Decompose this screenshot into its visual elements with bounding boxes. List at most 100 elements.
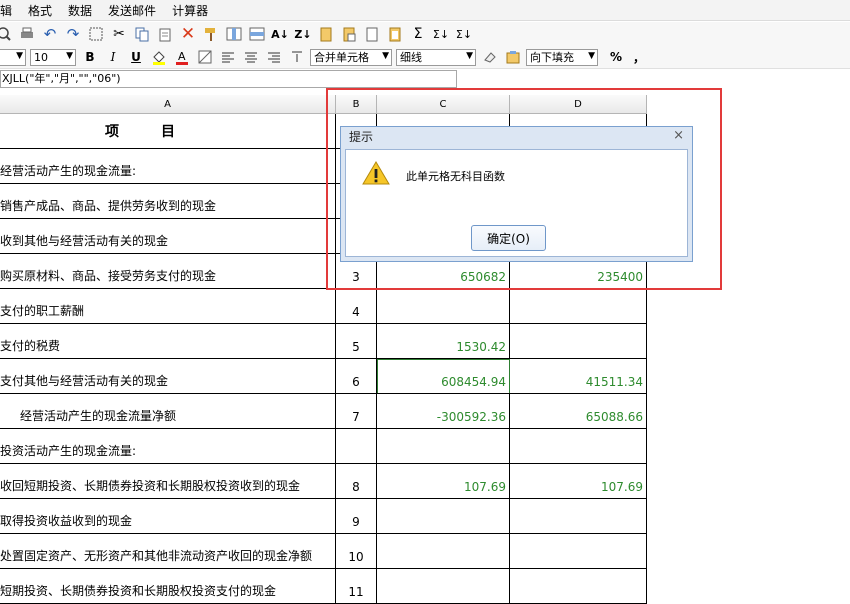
- cell-d[interactable]: [510, 289, 647, 324]
- table-row: 经营活动产生的现金流量净额 7 -300592.36 65088.66: [0, 394, 647, 429]
- cell-b[interactable]: 10: [336, 534, 377, 569]
- cell-a[interactable]: 支付的税费: [0, 324, 336, 359]
- fill-down-select[interactable]: 向下填充 ▼: [526, 48, 598, 66]
- sum-column-icon[interactable]: Σ↓: [454, 24, 474, 44]
- cell-c[interactable]: -300592.36: [377, 394, 510, 429]
- menu-format[interactable]: 格式: [26, 2, 52, 19]
- cell-a[interactable]: 支付其他与经营活动有关的现金: [0, 359, 336, 394]
- merge-cells-select[interactable]: 合并单元格 ▼: [310, 48, 392, 66]
- italic-button[interactable]: I: [103, 47, 123, 67]
- cell-a-text: 投资活动产生的现金流量:: [0, 444, 137, 458]
- cell-a[interactable]: 经营活动产生的现金流量净额: [0, 394, 336, 429]
- sort-descending-icon[interactable]: Z↓: [293, 24, 313, 44]
- cell-b[interactable]: [336, 429, 377, 464]
- cell-b[interactable]: 5: [336, 324, 377, 359]
- print-icon[interactable]: [17, 24, 37, 44]
- bold-button[interactable]: B: [80, 47, 100, 67]
- cell-d[interactable]: [510, 324, 647, 359]
- cell-a[interactable]: 项 目: [0, 114, 336, 149]
- redo-icon[interactable]: ↷: [63, 24, 83, 44]
- delete-icon[interactable]: ✕: [178, 24, 198, 44]
- cell-b-text: 11: [348, 585, 364, 599]
- cell-b-text: 6: [352, 375, 360, 389]
- cell-c[interactable]: [377, 534, 510, 569]
- column-header-a[interactable]: A: [0, 95, 336, 114]
- cell-b-text: 10: [348, 550, 364, 564]
- copy-icon[interactable]: [132, 24, 152, 44]
- menu-data[interactable]: 数据: [66, 2, 92, 19]
- cell-a-text: 取得投资收益收到的现金: [0, 514, 133, 528]
- cell-b[interactable]: 7: [336, 394, 377, 429]
- align-right-icon[interactable]: [264, 47, 284, 67]
- cell-a-text: 支付的税费: [0, 339, 61, 353]
- insert-row-icon[interactable]: [247, 24, 267, 44]
- cell-a[interactable]: 处置固定资产、无形资产和其他非流动资产收回的现金净额: [0, 534, 336, 569]
- menu-calculator[interactable]: 计算器: [170, 2, 208, 19]
- clipboard-icon[interactable]: [385, 24, 405, 44]
- paste-icon[interactable]: [155, 24, 175, 44]
- cell-d[interactable]: [510, 499, 647, 534]
- cell-d-text: 107.69: [601, 480, 643, 494]
- font-color-icon[interactable]: A: [172, 47, 192, 67]
- cell-c[interactable]: 1530.42: [377, 324, 510, 359]
- formula-input[interactable]: XJLL("年","月","","06"): [0, 70, 457, 88]
- cell-settings-icon[interactable]: [503, 47, 523, 67]
- cell-b[interactable]: 4: [336, 289, 377, 324]
- document-icon[interactable]: [362, 24, 382, 44]
- sum-row-icon[interactable]: Σ↓: [431, 24, 451, 44]
- align-center-icon[interactable]: [241, 47, 261, 67]
- cell-c[interactable]: [377, 499, 510, 534]
- cell-c[interactable]: 107.69: [377, 464, 510, 499]
- cell-a-text: 支付其他与经营活动有关的现金: [0, 374, 169, 388]
- cell-d[interactable]: [510, 429, 647, 464]
- percent-button[interactable]: %: [606, 47, 626, 67]
- cell-a[interactable]: 购买原材料、商品、接受劳务支付的现金: [0, 254, 336, 289]
- cell-c[interactable]: 608454.94: [377, 359, 510, 394]
- cut-icon[interactable]: ✂: [109, 24, 129, 44]
- eraser-icon[interactable]: [480, 47, 500, 67]
- insert-column-icon[interactable]: [224, 24, 244, 44]
- cell-a-text: 支付的职工薪酬: [0, 304, 85, 318]
- cell-a[interactable]: 经营活动产生的现金流量:: [0, 149, 336, 184]
- align-left-icon[interactable]: [218, 47, 238, 67]
- cell-b[interactable]: 9: [336, 499, 377, 534]
- menu-send-mail[interactable]: 发送邮件: [106, 2, 156, 19]
- fill-color-icon[interactable]: [149, 47, 169, 67]
- menu-edit[interactable]: 辑: [0, 2, 12, 19]
- sort-ascending-icon[interactable]: A↓: [270, 24, 290, 44]
- cell-c[interactable]: [377, 429, 510, 464]
- cell-a-text: 收回短期投资、长期债券投资和长期股权投资收到的现金: [0, 479, 301, 493]
- cell-d[interactable]: 65088.66: [510, 394, 647, 429]
- undo-icon[interactable]: ↶: [40, 24, 60, 44]
- prompt-dialog: 提示 × 此单元格无科目函数 确定(O): [340, 126, 693, 262]
- border-line-select[interactable]: 细线 ▼: [396, 48, 476, 66]
- cell-b[interactable]: 6: [336, 359, 377, 394]
- cell-a[interactable]: 投资活动产生的现金流量:: [0, 429, 336, 464]
- cell-d[interactable]: [510, 534, 647, 569]
- font-size-select[interactable]: 10 ▼: [30, 48, 76, 66]
- valign-icon[interactable]: [287, 47, 307, 67]
- print-preview-icon[interactable]: [0, 24, 14, 44]
- sum-icon[interactable]: Σ: [408, 24, 428, 44]
- comma-button[interactable]: ，: [629, 47, 649, 67]
- border-style-icon[interactable]: [195, 47, 215, 67]
- cell-a[interactable]: 销售产成品、商品、提供劳务收到的现金: [0, 184, 336, 219]
- select-all-icon[interactable]: [86, 24, 106, 44]
- cell-c[interactable]: [377, 289, 510, 324]
- paste-values-icon[interactable]: [339, 24, 359, 44]
- cell-a[interactable]: 支付的职工薪酬: [0, 289, 336, 324]
- cell-b[interactable]: 8: [336, 464, 377, 499]
- menu-bar: 辑 格式 数据 发送邮件 计算器: [0, 0, 850, 21]
- ok-button[interactable]: 确定(O): [471, 225, 546, 251]
- paste-special-icon[interactable]: [316, 24, 336, 44]
- cell-d[interactable]: 107.69: [510, 464, 647, 499]
- cell-a[interactable]: 取得投资收益收到的现金: [0, 499, 336, 534]
- cell-a-text: 处置固定资产、无形资产和其他非流动资产收回的现金净额: [0, 549, 313, 563]
- format-painter-icon[interactable]: [201, 24, 221, 44]
- cell-d[interactable]: 41511.34: [510, 359, 647, 394]
- underline-button[interactable]: U: [126, 47, 146, 67]
- font-name-select[interactable]: ▼: [0, 48, 26, 66]
- cell-a[interactable]: 收回短期投资、长期债券投资和长期股权投资收到的现金: [0, 464, 336, 499]
- cell-a[interactable]: 收到其他与经营活动有关的现金: [0, 219, 336, 254]
- close-icon[interactable]: ×: [673, 128, 684, 143]
